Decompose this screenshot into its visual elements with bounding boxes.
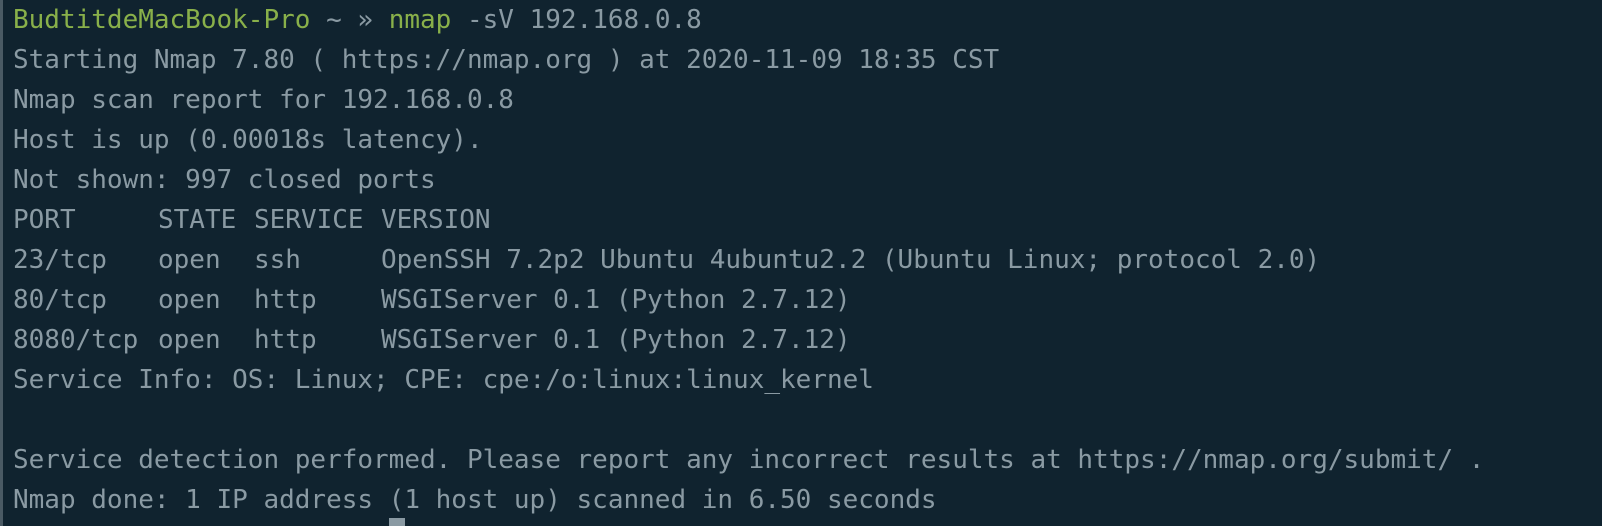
service-cell: http [254,325,317,355]
port-cell: 8080/tcp [13,325,139,355]
output-starting: Starting Nmap 7.80 ( https://nmap.org ) … [13,45,1000,75]
output-done: Nmap done: 1 IP address (1 host up) scan… [13,485,937,515]
service-cell: ssh [254,245,301,275]
output-detection-note: Service detection performed. Please repo… [13,445,1485,475]
output-service-info: Service Info: OS: Linux; CPE: cpe:/o:lin… [13,365,874,395]
prompt-args: -sV 192.168.0.8 [451,5,702,35]
terminal-window[interactable]: BudtitdeMacBook-Pro ~ » nmap -sV 192.168… [0,0,1602,526]
header-state: STATE [158,205,237,235]
prompt-separator: ~ » [310,5,389,35]
prompt-command: nmap [388,5,452,35]
service-cell: http [254,285,317,315]
port-row: 8080/tcp open http WSGIServer 0.1 (Python 2… [13,320,1602,360]
output-not-shown: Not shown: 997 closed ports [13,165,436,195]
state-cell: open [158,325,221,355]
version-cell: OpenSSH 7.2p2 Ubuntu 4ubuntu2.2 (Ubuntu … [381,245,1321,275]
terminal-cursor [389,518,405,526]
header-port: PORT [13,205,76,235]
prompt-line: BudtitdeMacBook-Pro ~ » nmap -sV 192.168… [13,0,1602,40]
state-cell: open [158,285,221,315]
prompt-host: BudtitdeMacBook-Pro [13,5,311,35]
port-row: 80/tcp open http WSGIServer 0.1 (Python 2.7… [13,280,1602,320]
header-version: VERSION [381,205,491,235]
port-cell: 80/tcp [13,285,107,315]
header-service: SERVICE [254,205,364,235]
output-report-for: Nmap scan report for 192.168.0.8 [13,85,514,115]
state-cell: open [158,245,221,275]
port-row: 23/tcp open ssh OpenSSH 7.2p2 Ubuntu 4ubunt… [13,240,1602,280]
port-table-header: PORT STATE SERVICE VERSION [13,200,1602,240]
version-cell: WSGIServer 0.1 (Python 2.7.12) [381,285,851,315]
output-host-up: Host is up (0.00018s latency). [13,125,483,155]
version-cell: WSGIServer 0.1 (Python 2.7.12) [381,325,851,355]
port-cell: 23/tcp [13,245,107,275]
